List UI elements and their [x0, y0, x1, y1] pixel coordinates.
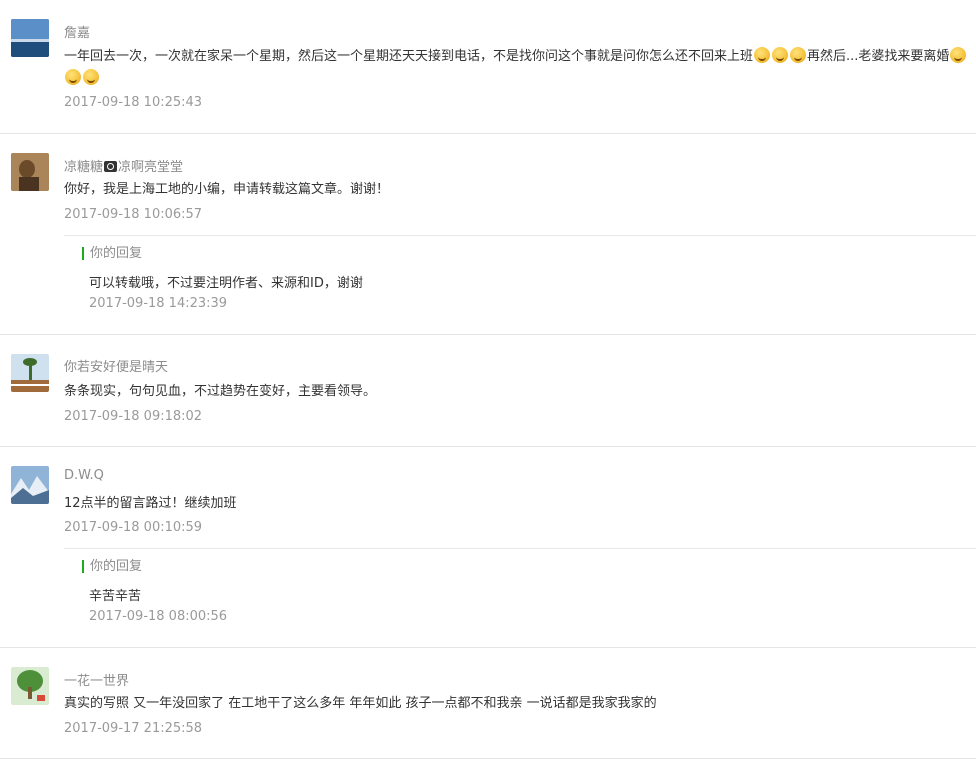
comment-content: 你好，我是上海工地的小编，申请转载这篇文章。谢谢！	[64, 182, 390, 197]
comment-nickname: 你若安好便是晴天	[64, 360, 169, 375]
comment-nickname: 凉糖糖 凉啊亮堂堂	[64, 160, 184, 175]
reply-content: 辛苦辛苦	[89, 589, 142, 604]
avatar[interactable]	[11, 153, 49, 191]
comment-time: 2017-09-18 00:10:59	[64, 520, 203, 535]
comment-content: 真实的写照 又一年没回家了 在工地干了这么多年 年年如此 孩子一点都不和我亲 一…	[64, 696, 657, 711]
divider	[0, 133, 976, 134]
comment-nickname: 一花一世界	[64, 674, 130, 689]
tears-of-joy-emoji-icon	[950, 47, 967, 63]
reply-divider	[64, 235, 976, 236]
facepalm-emoji-icon	[754, 47, 771, 63]
facepalm-emoji-icon	[772, 47, 789, 63]
reply-divider	[64, 548, 976, 549]
divider	[0, 334, 976, 335]
comment-nickname: D.W.Q	[64, 468, 104, 483]
comment-time: 2017-09-18 10:06:57	[64, 207, 203, 222]
avatar[interactable]	[11, 667, 49, 705]
tears-of-joy-emoji-icon	[65, 69, 81, 85]
reply-time: 2017-09-18 14:23:39	[89, 296, 228, 311]
divider	[0, 758, 976, 759]
comment-nickname: 詹嘉	[64, 26, 91, 41]
comment-text: 一年回去一次，一次就在家呆一个星期，然后这一个星期还天天接到电话，不是找你问这个…	[64, 49, 754, 64]
comment-content: 12点半的留言路过！继续加班	[64, 496, 237, 511]
camera-icon	[104, 161, 118, 172]
comment-content: 条条现实，句句见血，不过趋势在变好，主要看领导。	[64, 384, 377, 399]
comment-time: 2017-09-18 09:18:02	[64, 409, 203, 424]
avatar[interactable]	[11, 354, 49, 392]
reply-content: 可以转载哦，不过要注明作者、来源和ID，谢谢	[89, 276, 363, 291]
avatar[interactable]	[11, 19, 49, 57]
divider	[0, 647, 976, 648]
comment-content: 一年回去一次，一次就在家呆一个星期，然后这一个星期还天天接到电话，不是找你问这个…	[64, 46, 972, 90]
facepalm-emoji-icon	[790, 47, 807, 63]
tears-of-joy-emoji-icon	[83, 69, 99, 85]
reply-label: 你的回复	[82, 560, 142, 573]
comment-text: 再然后...老婆找来要离婚	[807, 49, 950, 64]
reply-time: 2017-09-18 08:00:56	[89, 609, 228, 624]
reply-label: 你的回复	[82, 247, 142, 260]
divider	[0, 446, 976, 447]
avatar[interactable]	[11, 466, 49, 504]
comment-time: 2017-09-17 21:25:58	[64, 721, 203, 736]
comment-time: 2017-09-18 10:25:43	[64, 95, 203, 110]
